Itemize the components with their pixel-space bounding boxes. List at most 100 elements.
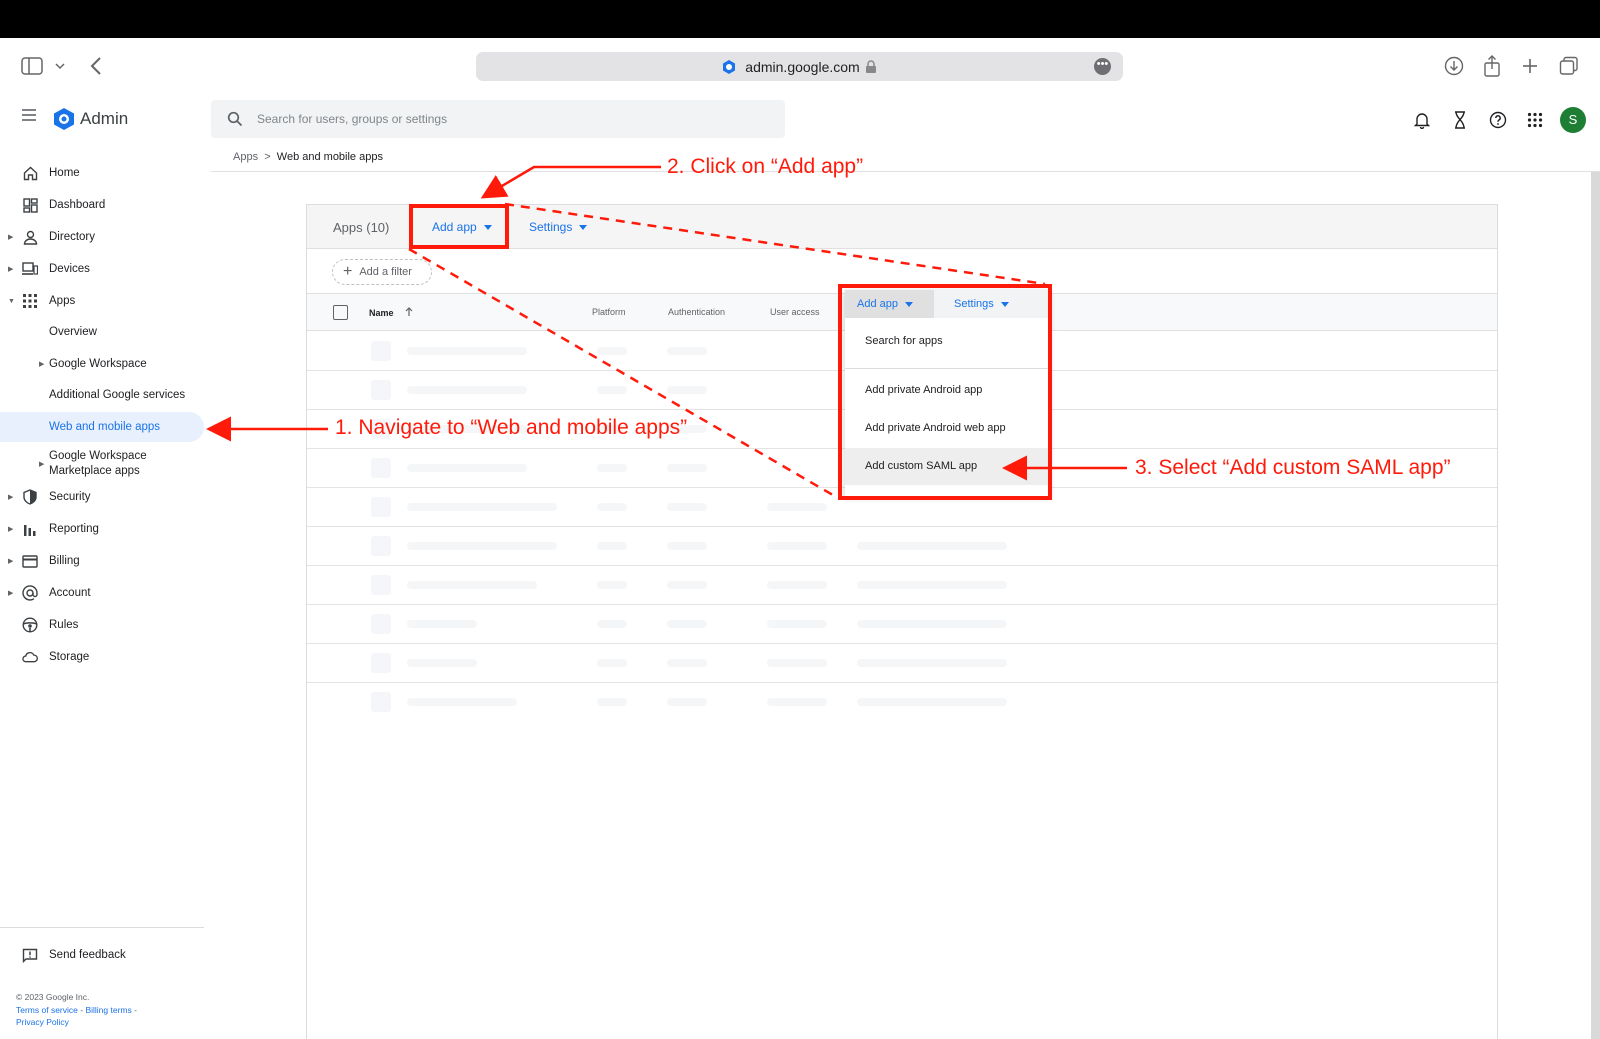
add-filter-button[interactable]: + Add a filter [332,259,432,285]
address-bar[interactable]: admin.google.com ••• [476,52,1123,81]
sidebar-item-web-and-mobile-apps[interactable]: Web and mobile apps [0,412,204,442]
breadcrumb-apps-link[interactable]: Apps [233,151,258,163]
settings-button[interactable]: Settings [529,220,588,234]
breadcrumb: Apps > Web and mobile apps [233,151,383,163]
sidebar-item-reporting[interactable]: ▶ Reporting [0,514,204,544]
sidebar-item-label: Security [49,491,91,503]
dashboard-icon [22,197,38,213]
expand-caret-icon[interactable]: ▶ [8,589,13,597]
sidebar-item-apps[interactable]: ▼ Apps [0,286,204,316]
annotation-step-3: 3. Select “Add custom SAML app” [1135,456,1451,479]
tabs-overview-icon[interactable] [1557,54,1581,78]
sidebar-item-label: Additional Google services [49,389,186,401]
search-input[interactable]: Search for users, groups or settings [211,100,785,138]
apps-count-title: Apps (10) [333,220,390,235]
sidebar-item-home[interactable]: Home [0,158,204,188]
sidebar-item-label: Account [49,587,91,599]
hourglass-tasks-icon[interactable] [1450,110,1470,130]
back-arrow-icon[interactable] [84,54,108,78]
caret-down-icon [579,225,588,231]
sidebar-divider [0,927,204,928]
sidebar-item-additional-google-services[interactable]: Additional Google services [0,380,204,410]
select-all-checkbox[interactable] [333,305,348,320]
sidebar-item-label: Google Workspace [49,358,147,370]
sort-arrow-up-icon[interactable] [404,307,414,317]
sidebar-item-label: Directory [49,231,96,243]
expand-caret-icon[interactable]: ▶ [8,557,13,565]
new-tab-plus-icon[interactable] [1518,54,1542,78]
expand-caret-icon[interactable]: ▶ [8,233,13,241]
collapse-caret-icon[interactable]: ▼ [8,298,15,305]
table-row[interactable] [307,644,1497,683]
send-feedback-button[interactable]: Send feedback [0,940,204,970]
column-header-authentication[interactable]: Authentication [668,307,725,317]
google-apps-grid-icon[interactable] [1525,110,1545,130]
admin-logo[interactable]: Admin [52,107,128,131]
home-icon [22,165,38,181]
help-icon[interactable] [1488,110,1508,130]
sidebar-item-label: Devices [49,263,90,275]
feedback-icon [22,947,38,963]
page-scrollbar[interactable] [1591,172,1600,1039]
sidebar-item-label: Overview [49,326,97,338]
expand-caret-icon[interactable]: ▶ [39,360,44,368]
sidebar-item-label: Billing [49,555,80,567]
privacy-policy-link[interactable]: Privacy Policy [16,1017,69,1027]
column-header-name[interactable]: Name [369,307,414,318]
admin-favicon-icon [723,59,736,74]
search-icon [227,111,243,127]
add-filter-label: Add a filter [359,266,412,278]
search-placeholder: Search for users, groups or settings [257,112,448,126]
table-row[interactable] [307,566,1497,605]
sidebar-item-devices[interactable]: ▶ Devices [0,254,204,284]
sidebar-toggle-icon[interactable] [20,54,44,78]
sidebar-item-rules[interactable]: Rules [0,610,204,640]
sidebar-item-billing[interactable]: ▶ Billing [0,546,204,576]
sidebar-item-security[interactable]: ▶ Security [0,482,204,512]
sidebar-item-label: Rules [49,619,79,631]
sidebar-item-storage[interactable]: Storage [0,642,204,672]
terms-of-service-link[interactable]: Terms of service [16,1005,78,1015]
bar-chart-icon [22,521,38,537]
expand-caret-icon[interactable]: ▶ [8,525,13,533]
cloud-icon [22,649,38,665]
url-text: admin.google.com [745,58,860,75]
admin-hexagon-icon [54,108,74,130]
table-row[interactable] [307,683,1497,722]
sidebar-item-directory[interactable]: ▶ Directory [0,222,204,252]
sidebar-item-google-workspace[interactable]: ▶ Google Workspace [0,349,204,379]
table-row[interactable] [307,527,1497,566]
notifications-bell-icon[interactable] [1412,110,1432,130]
avatar[interactable]: S [1560,107,1586,133]
more-horizontal-icon[interactable]: ••• [1094,58,1111,75]
devices-icon [22,261,38,277]
app-name: Admin [80,109,129,128]
steering-wheel-icon [22,617,38,633]
sidebar-item-label: Google Workspace Marketplace apps [49,450,147,477]
sidebar-item-overview[interactable]: Overview [0,317,204,347]
billing-terms-link[interactable]: Billing terms [85,1005,131,1015]
send-feedback-label: Send feedback [49,949,126,961]
sidebar-item-label: Dashboard [49,199,106,211]
expand-caret-icon[interactable]: ▶ [8,265,13,273]
breadcrumb-separator: > [264,151,271,163]
column-header-platform[interactable]: Platform [592,307,626,317]
table-row[interactable] [307,605,1497,644]
download-icon[interactable] [1442,54,1466,78]
settings-label: Settings [529,220,573,234]
share-icon[interactable] [1480,54,1504,78]
column-header-user-access[interactable]: User access [770,307,820,317]
sidebar-footer: © 2023 Google Inc. Terms of service - Bi… [16,992,137,1027]
expand-caret-icon[interactable]: ▶ [8,493,13,501]
sidebar-item-account[interactable]: ▶ Account [0,578,204,608]
sidebar-item-dashboard[interactable]: Dashboard [0,190,204,220]
expand-caret-icon[interactable]: ▶ [39,460,44,468]
main-menu-icon[interactable] [20,108,38,127]
apps-grid-icon [22,293,38,309]
chevron-down-icon[interactable] [48,54,72,78]
header-divider [211,171,1600,172]
sidebar-item-marketplace-apps[interactable]: ▶ Google Workspace Marketplace apps [0,447,204,481]
sidebar-item-label: Storage [49,651,90,663]
annotation-step-2: 2. Click on “Add app” [667,155,864,178]
copyright-text: © 2023 Google Inc. [16,992,90,1002]
